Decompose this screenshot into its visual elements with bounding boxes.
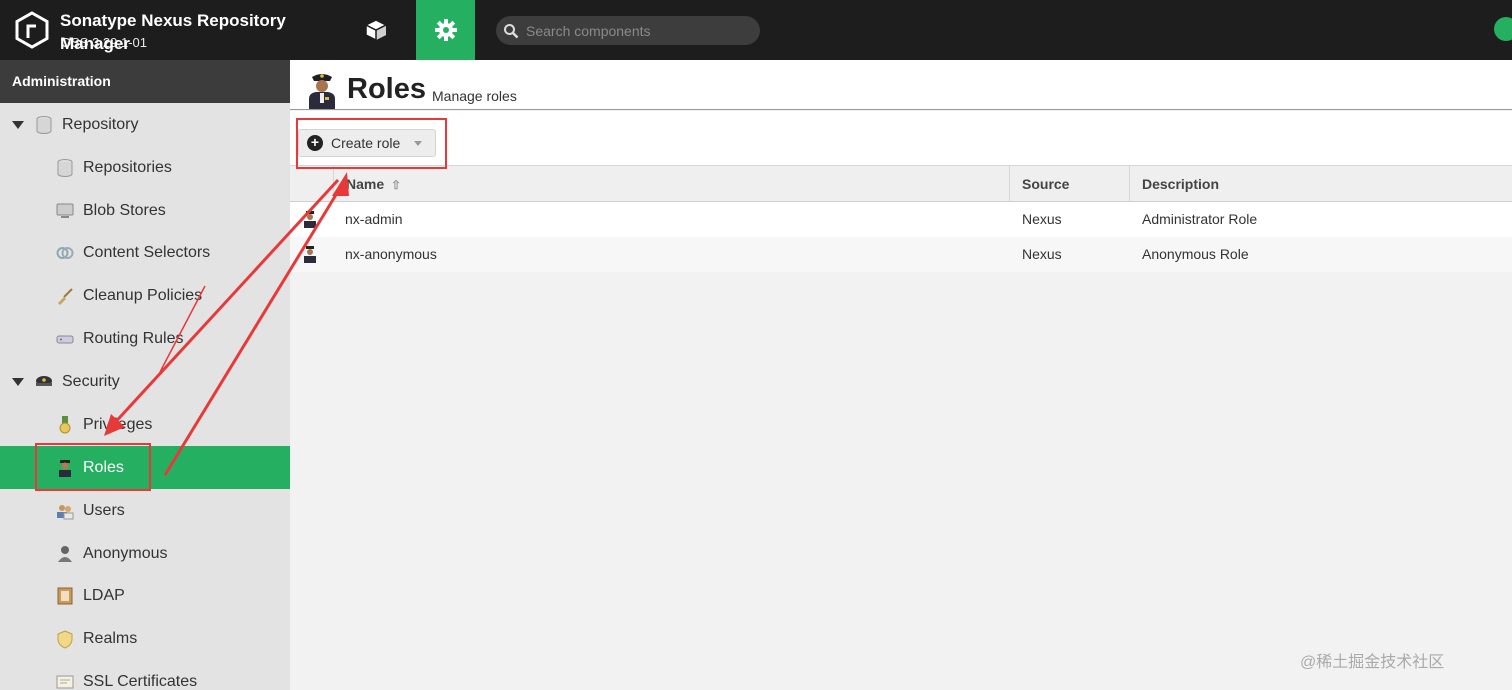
browse-nav-button[interactable] bbox=[346, 0, 406, 60]
selector-icon bbox=[56, 246, 74, 259]
sidebar-item-label: SSL Certificates bbox=[83, 672, 198, 690]
toolbar: + Create role bbox=[290, 111, 1512, 166]
page-subtitle: Manage roles bbox=[432, 88, 517, 104]
sidebar-item-routing-rules[interactable]: Routing Rules bbox=[0, 317, 290, 360]
sidebar-item-label: LDAP bbox=[83, 586, 125, 604]
table-row[interactable]: nx-admin Nexus Administrator Role bbox=[290, 202, 1512, 237]
cell-source: Nexus bbox=[1022, 211, 1062, 227]
table-row[interactable]: nx-anonymous Nexus Anonymous Role bbox=[290, 237, 1512, 272]
column-header-description[interactable]: Description bbox=[1129, 166, 1512, 202]
cell-name: nx-anonymous bbox=[345, 246, 437, 262]
cube-icon bbox=[364, 19, 388, 42]
app: Sonatype Nexus Repository Manager OSS 3.… bbox=[0, 0, 1512, 690]
brand-version: OSS 3.29.1-01 bbox=[61, 35, 147, 50]
sidebar-heading: Administration bbox=[0, 60, 290, 103]
cell-source: Nexus bbox=[1022, 246, 1062, 262]
officer-icon bbox=[309, 74, 335, 109]
page-title: Roles bbox=[347, 73, 426, 105]
sidebar-item-label: Content Selectors bbox=[83, 243, 211, 261]
sidebar-item-blob-stores[interactable]: Blob Stores bbox=[0, 189, 290, 232]
cell-name: nx-admin bbox=[345, 211, 403, 227]
search-box[interactable] bbox=[496, 16, 760, 45]
column-label: Name bbox=[346, 176, 385, 192]
sidebar-item-anonymous[interactable]: Anonymous bbox=[0, 532, 290, 575]
sidebar-item-cleanup-policies[interactable]: Cleanup Policies bbox=[0, 274, 290, 317]
users-icon bbox=[57, 504, 74, 519]
officer-icon bbox=[304, 246, 316, 263]
roles-highlight-box bbox=[35, 443, 151, 491]
broom-icon bbox=[58, 287, 73, 305]
medal-icon bbox=[59, 415, 71, 433]
create-role-highlight-box bbox=[296, 118, 447, 169]
address-book-icon bbox=[57, 587, 73, 604]
police-hat-icon bbox=[36, 375, 52, 386]
cell-description: Administrator Role bbox=[1142, 211, 1258, 227]
search-icon bbox=[504, 23, 519, 38]
nexus-logo-icon[interactable] bbox=[14, 11, 50, 49]
certificate-icon bbox=[56, 675, 74, 688]
sidebar-group-security[interactable]: Security bbox=[0, 360, 290, 403]
gear-icon bbox=[434, 19, 457, 41]
caret-down-icon[interactable] bbox=[12, 120, 24, 129]
sidebar-item-label: Privileges bbox=[83, 415, 153, 433]
sidebar-group-label: Repository bbox=[62, 115, 139, 133]
page-header: Roles Manage roles bbox=[290, 60, 1512, 110]
table-header: Name ⇧ Source Description bbox=[290, 166, 1512, 202]
server-icon bbox=[56, 203, 74, 218]
sidebar-item-label: Repositories bbox=[83, 158, 172, 176]
officer-icon bbox=[304, 211, 316, 228]
anonymous-user-icon bbox=[58, 545, 72, 562]
caret-down-icon[interactable] bbox=[12, 377, 24, 386]
sidebar-group-repository[interactable]: Repository bbox=[0, 103, 290, 146]
database-icon bbox=[36, 115, 52, 134]
watermark: @稀土掘金技术社区 bbox=[1300, 654, 1445, 671]
sidebar-item-repositories[interactable]: Repositories bbox=[0, 146, 290, 189]
sort-ascending-icon: ⇧ bbox=[391, 178, 402, 192]
sidebar-item-label: Anonymous bbox=[83, 544, 168, 562]
main-content: Roles Manage roles + Create role Name ⇧ … bbox=[290, 60, 1512, 690]
sidebar-item-users[interactable]: Users bbox=[0, 489, 290, 532]
sidebar-item-label: Realms bbox=[83, 629, 138, 647]
check-circle-icon[interactable] bbox=[1494, 17, 1512, 41]
sidebar-group-label: Security bbox=[62, 372, 120, 390]
sidebar-item-realms[interactable]: Realms bbox=[0, 617, 290, 660]
top-header: Sonatype Nexus Repository Manager OSS 3.… bbox=[0, 0, 1512, 60]
database-icon bbox=[57, 158, 73, 177]
column-label: Source bbox=[1022, 176, 1070, 192]
sidebar-item-label: Cleanup Policies bbox=[83, 286, 203, 304]
administration-nav-button[interactable] bbox=[416, 0, 475, 60]
search-input[interactable] bbox=[526, 22, 746, 39]
sidebar-item-label: Blob Stores bbox=[83, 201, 166, 219]
column-label: Description bbox=[1142, 176, 1220, 192]
router-icon bbox=[56, 335, 74, 343]
sidebar-item-label: Routing Rules bbox=[83, 329, 184, 347]
column-header-source[interactable]: Source bbox=[1009, 166, 1129, 202]
sidebar-item-privileges[interactable]: Privileges bbox=[0, 403, 290, 446]
sidebar-item-label: Users bbox=[83, 501, 125, 519]
cell-description: Anonymous Role bbox=[1142, 246, 1249, 262]
sidebar-item-ldap[interactable]: LDAP bbox=[0, 574, 290, 617]
sidebar-item-content-selectors[interactable]: Content Selectors bbox=[0, 231, 290, 274]
admin-sidebar: Administration Repository Repositories B… bbox=[0, 60, 290, 690]
column-header-name[interactable]: Name ⇧ bbox=[333, 166, 1009, 202]
sidebar-item-ssl-certificates[interactable]: SSL Certificates bbox=[0, 660, 290, 690]
shield-icon bbox=[57, 629, 73, 649]
